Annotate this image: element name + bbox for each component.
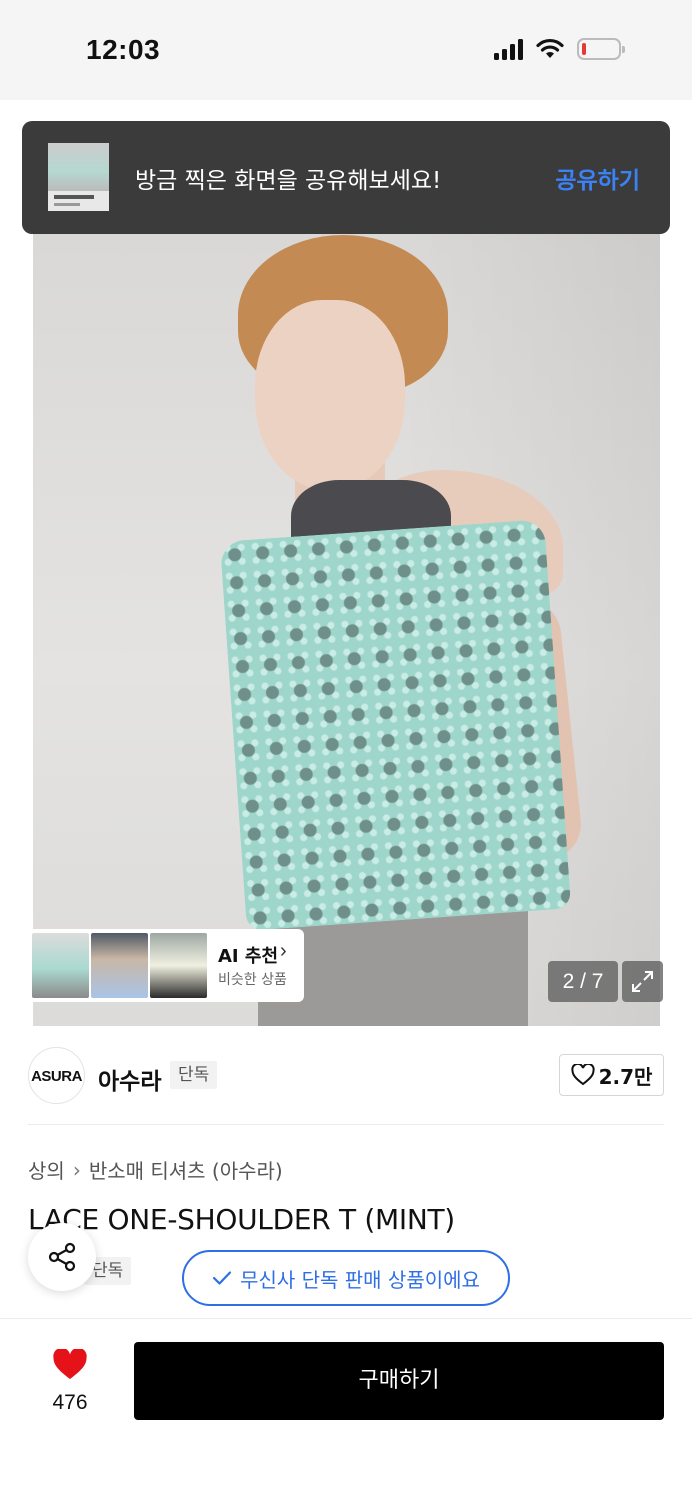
- wifi-icon: [536, 38, 564, 58]
- check-icon: [212, 1271, 232, 1285]
- expand-icon: [632, 971, 653, 992]
- status-time: 12:03: [86, 34, 161, 65]
- wishlist-count: 476: [52, 1391, 88, 1414]
- recommendation-thumbnail[interactable]: [91, 933, 148, 998]
- cellular-signal-icon: [494, 38, 523, 60]
- share-icon: [48, 1242, 76, 1272]
- divider: [28, 1124, 664, 1125]
- share-floating-button[interactable]: [28, 1223, 96, 1291]
- battery-low-icon: [577, 38, 625, 60]
- recommendation-thumbnail[interactable]: [150, 933, 207, 998]
- brand-name[interactable]: 아수라: [98, 1062, 161, 1096]
- share-screenshot-banner[interactable]: 방금 찍은 화면을 공유해보세요! 공유하기: [22, 121, 670, 234]
- exclusive-notice-pill[interactable]: 무신사 단독 판매 상품이에요: [182, 1250, 510, 1306]
- product-image[interactable]: [33, 230, 660, 1026]
- buy-button[interactable]: 구매하기: [134, 1342, 664, 1420]
- share-banner-text: 방금 찍은 화면을 공유해보세요!: [135, 168, 442, 194]
- heart-outline-icon: [570, 1064, 595, 1086]
- status-bar: 12:03: [0, 0, 692, 100]
- chevron-right-icon: ›: [72, 1157, 81, 1182]
- ai-recommendation-card[interactable]: AI 추천 › 비슷한 상품: [28, 929, 304, 1002]
- heart-filled-icon: [53, 1347, 87, 1379]
- expand-image-button[interactable]: [622, 961, 663, 1002]
- brand-row: ASURA 아수라 단독 2.7만: [0, 1045, 692, 1109]
- exclusive-badge: 단독: [170, 1061, 218, 1089]
- brand-logo[interactable]: ASURA: [28, 1047, 85, 1104]
- product-title: LACE ONE-SHOULDER T (MINT): [28, 1203, 455, 1236]
- exclusive-notice-text: 무신사 단독 판매 상품이에요: [240, 1267, 480, 1292]
- breadcrumb-subcategory[interactable]: 반소매 티셔츠 (아수라): [89, 1155, 283, 1184]
- screenshot-thumbnail: [48, 143, 109, 211]
- wishlist-button[interactable]: 476: [40, 1347, 100, 1419]
- breadcrumb-category[interactable]: 상의: [28, 1155, 65, 1184]
- share-button[interactable]: 공유하기: [555, 161, 640, 195]
- image-page-counter: 2 / 7: [548, 961, 618, 1002]
- breadcrumb: 상의 › 반소매 티셔츠 (아수라): [28, 1155, 283, 1184]
- recommendation-thumbnail[interactable]: [32, 933, 89, 998]
- brand-like-button[interactable]: 2.7만: [559, 1054, 664, 1096]
- status-icons: [494, 38, 625, 60]
- chevron-right-icon: ›: [280, 940, 287, 962]
- ai-recommend-title: AI 추천: [218, 946, 279, 967]
- brand-like-count: 2.7만: [598, 1064, 653, 1089]
- bottom-action-bar: 476 구매하기: [0, 1318, 692, 1500]
- ai-recommend-subtitle: 비슷한 상품: [218, 972, 287, 988]
